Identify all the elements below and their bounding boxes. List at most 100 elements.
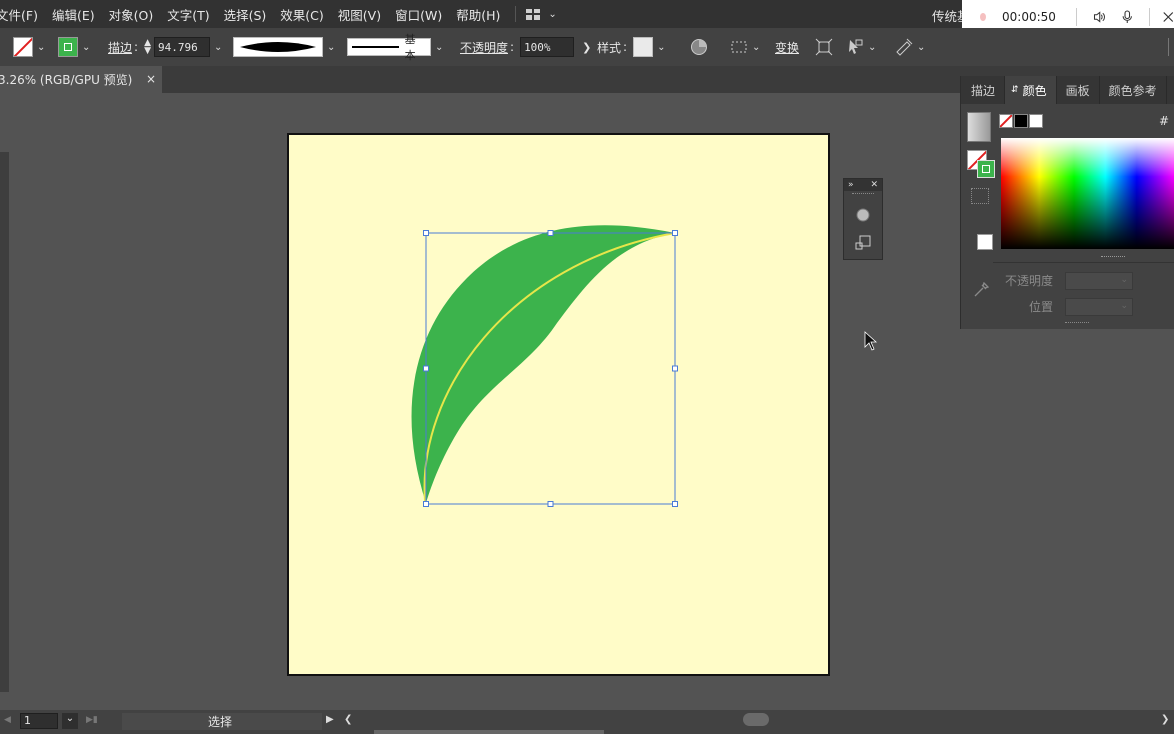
- eyedropper-icon[interactable]: [973, 282, 989, 298]
- selection-handle[interactable]: [672, 365, 678, 372]
- menu-file[interactable]: 文件(F): [0, 5, 45, 24]
- microphone-icon[interactable]: [1122, 8, 1133, 26]
- style-group: 样式 : ⌄: [597, 37, 665, 57]
- transform-button[interactable]: 变换: [775, 37, 799, 57]
- close-icon[interactable]: ✕: [870, 180, 878, 190]
- resize-grip[interactable]: [1101, 256, 1125, 261]
- variable-width-profile[interactable]: ⌄: [233, 37, 335, 57]
- menu-select[interactable]: 选择(S): [217, 5, 274, 24]
- record-dot-icon: [980, 13, 987, 21]
- swap-colors-icon[interactable]: [971, 188, 989, 204]
- puppet-warp-button[interactable]: ⌄: [895, 37, 925, 57]
- stroke-stepper[interactable]: ▲ ▼: [144, 39, 151, 56]
- selection-handle[interactable]: [423, 365, 429, 372]
- chevron-down-icon[interactable]: ⌄: [657, 42, 665, 53]
- brush-definition[interactable]: 基本 ⌄: [347, 33, 443, 62]
- selection-handle[interactable]: [547, 230, 554, 236]
- menu-type[interactable]: 文字(T): [160, 5, 216, 24]
- next-page-icon[interactable]: ▶▮: [86, 715, 98, 725]
- opacity-label[interactable]: 不透明度: [460, 39, 508, 56]
- menu-edit[interactable]: 编辑(E): [45, 5, 102, 24]
- graphic-style-swatch[interactable]: [633, 37, 654, 57]
- menu-help[interactable]: 帮助(H): [449, 5, 507, 24]
- selection-handle[interactable]: [547, 501, 554, 507]
- symbols-icon[interactable]: [855, 235, 871, 251]
- status-bar: ◀ 1 ⌄ ▶▮ 选择 ▶ ❮ ❯: [0, 710, 1174, 734]
- stroke-label[interactable]: 描边: [108, 39, 132, 56]
- white-swatch[interactable]: [977, 234, 993, 250]
- gradient-preview-swatch[interactable]: [967, 112, 991, 142]
- floating-tools-panel: » ✕: [843, 178, 883, 260]
- scroll-right-icon[interactable]: ❯: [1161, 714, 1169, 725]
- speaker-icon[interactable]: [1093, 9, 1107, 25]
- gradient-opacity-label: 不透明度: [1005, 274, 1054, 288]
- recolor-wheel-icon: [691, 39, 707, 55]
- floating-panel-header[interactable]: » ✕: [844, 179, 882, 191]
- first-page-icon[interactable]: ◀: [4, 715, 11, 725]
- selection-handle[interactable]: [672, 230, 678, 236]
- scroll-left-icon[interactable]: ❮: [344, 714, 352, 725]
- status-menu-arrow-icon[interactable]: ▶: [326, 714, 334, 725]
- opacity-group: 不透明度 : 100% ❯: [460, 37, 591, 57]
- chevron-right-icon[interactable]: ❯: [582, 41, 591, 54]
- chevron-down-icon: ⌄: [868, 41, 877, 53]
- black-swatch[interactable]: [1014, 114, 1028, 128]
- selection-handle[interactable]: [423, 230, 429, 236]
- isolate-button[interactable]: [815, 37, 833, 57]
- tab-color-guide[interactable]: 颜色参考: [1100, 76, 1167, 104]
- chevron-down-icon[interactable]: ⌄: [214, 42, 222, 53]
- appearance-icon[interactable]: [855, 207, 871, 223]
- selection-handle[interactable]: [423, 501, 429, 507]
- leaf-shape[interactable]: [411, 225, 675, 503]
- fill-none-swatch[interactable]: [13, 37, 33, 57]
- style-label: 样式: [597, 40, 622, 55]
- chevron-down-icon[interactable]: ⌄: [82, 42, 90, 53]
- tab-close-icon[interactable]: ×: [146, 72, 156, 86]
- gradient-opacity-field: ⌄: [1065, 272, 1133, 290]
- selection-handle[interactable]: [672, 501, 678, 507]
- arrange-documents-icon: [526, 8, 541, 20]
- align-button[interactable]: ⌄: [730, 37, 760, 57]
- menu-view[interactable]: 视图(V): [331, 5, 388, 24]
- taskbar-strip: [374, 730, 604, 734]
- tab-stroke[interactable]: 描边: [961, 76, 1006, 104]
- chevron-down-icon[interactable]: ⌄: [327, 42, 335, 53]
- panel-tabs: 描边 ⇵ 颜色 画板 颜色参考: [961, 76, 1174, 104]
- none-swatch[interactable]: [999, 114, 1013, 128]
- white-swatch-small[interactable]: [1029, 114, 1043, 128]
- brush-label: 基本: [404, 33, 416, 62]
- menu-effect[interactable]: 效果(C): [273, 5, 330, 24]
- stroke-color-swatch[interactable]: [58, 37, 78, 57]
- panel-menu-icon[interactable]: [1168, 38, 1174, 56]
- chevron-down-icon[interactable]: ⌄: [435, 42, 443, 53]
- close-icon[interactable]: [1163, 10, 1174, 24]
- stroke-weight-input[interactable]: 94.796: [153, 37, 210, 57]
- tab-color[interactable]: ⇵ 颜色: [1005, 76, 1057, 104]
- tab-color-label: 颜色: [1022, 83, 1047, 98]
- document-tab-title[interactable]: 3.26% (RGB/GPU 预览): [0, 71, 132, 88]
- menu-window[interactable]: 窗口(W): [388, 5, 449, 24]
- horizontal-scrollbar-thumb[interactable]: [743, 713, 769, 726]
- current-tool-display: 选择: [122, 713, 322, 730]
- document-tab[interactable]: 3.26% (RGB/GPU 预览) ×: [0, 66, 162, 93]
- color-spectrum[interactable]: [1001, 138, 1174, 249]
- arrange-documents-button[interactable]: ⌄: [526, 8, 557, 20]
- stroke-color-swatch[interactable]: [977, 160, 995, 178]
- select-similar-icon: [849, 39, 863, 54]
- chevron-down-icon[interactable]: ⌄: [37, 42, 45, 53]
- tools-panel-edge[interactable]: [0, 152, 9, 692]
- recolor-artwork-button[interactable]: [690, 37, 708, 57]
- mouse-cursor-icon: [864, 331, 878, 351]
- resize-grip[interactable]: [1065, 322, 1089, 327]
- select-similar-button[interactable]: ⌄: [846, 37, 876, 57]
- chevron-down-icon[interactable]: ⌄: [62, 713, 78, 729]
- artboard-number-input[interactable]: 1: [20, 713, 58, 729]
- collapse-icon[interactable]: »: [848, 180, 854, 190]
- menu-object[interactable]: 对象(O): [102, 5, 161, 24]
- transform-label[interactable]: 变换: [775, 39, 799, 56]
- opacity-input[interactable]: 100%: [520, 37, 575, 57]
- fill-swatch-control[interactable]: ⌄: [13, 37, 45, 57]
- panel-grip[interactable]: [852, 193, 874, 198]
- tab-artboards[interactable]: 画板: [1057, 76, 1100, 104]
- stroke-swatch-control[interactable]: ⌄: [58, 37, 90, 57]
